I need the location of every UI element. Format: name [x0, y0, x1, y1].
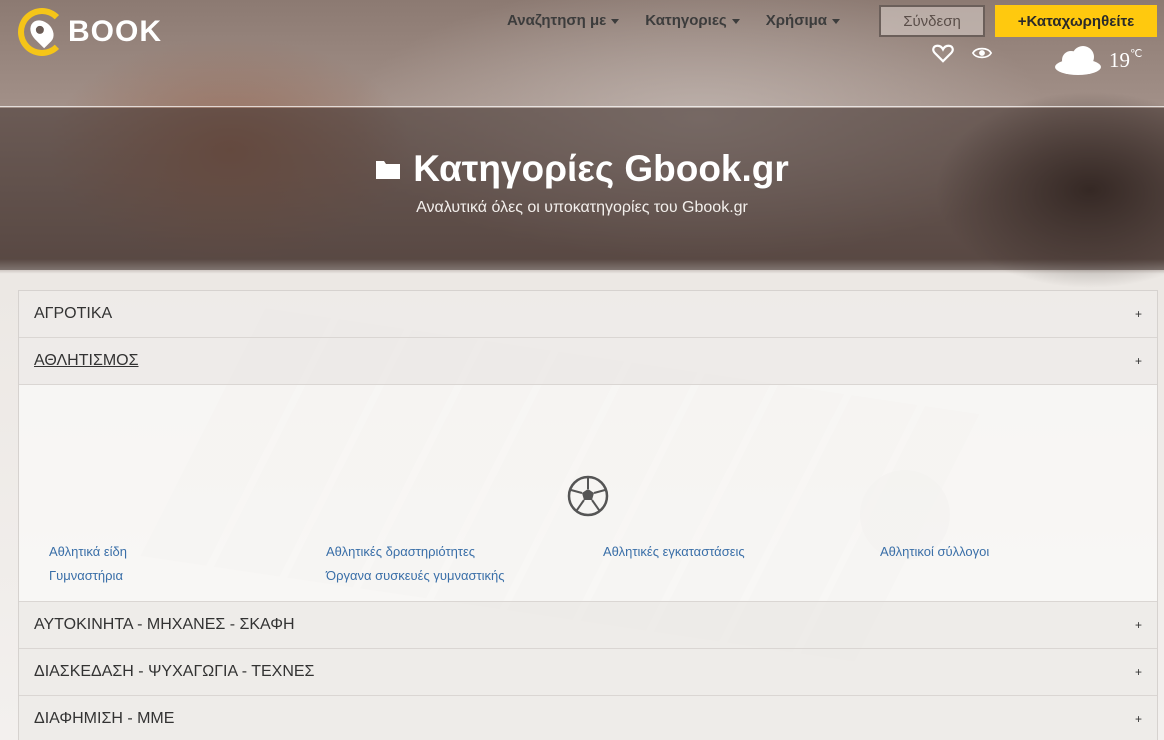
caret-down-icon	[731, 18, 740, 24]
expand-icon[interactable]: +	[1135, 618, 1142, 632]
nav-useful[interactable]: Χρήσιμα	[766, 12, 841, 29]
subcategory-link[interactable]: Αθλητικές δραστηριότητες	[326, 544, 603, 559]
hero-banner: Κατηγορίες Gbook.gr Αναλυτικά όλες οι υπ…	[0, 108, 1164, 270]
category-sports-content: Αθλητικά είδη Αθλητικές δραστηριότητες Α…	[19, 385, 1157, 602]
subcategory-link[interactable]: Όργανα συσκευές γυμναστικής	[326, 568, 603, 583]
subcategory-link[interactable]: Αθλητικές εγκαταστάσεις	[603, 544, 880, 559]
expand-icon[interactable]: +	[1135, 665, 1142, 679]
page-subtitle: Αναλυτικά όλες οι υποκατηγορίες του Gboo…	[416, 199, 748, 216]
logo[interactable]: BOOK	[18, 8, 162, 56]
cloud-icon	[1055, 46, 1101, 75]
nav-search-by[interactable]: Αναζητηση με	[507, 12, 620, 29]
logo-pin-icon	[18, 8, 66, 56]
category-advertising[interactable]: ΔΙΑΦΗΜΙΣΗ - ΜΜΕ +	[19, 696, 1157, 740]
football-icon	[567, 475, 609, 517]
category-vehicles[interactable]: ΑΥΤΟΚΙΝΗΤΑ - ΜΗΧΑΝΕΣ - ΣΚΑΦΗ +	[19, 602, 1157, 649]
folder-icon	[376, 161, 401, 179]
category-agricultural[interactable]: ΑΓΡΟΤΙΚΑ +	[19, 291, 1157, 338]
eye-icon[interactable]	[972, 45, 992, 61]
weather-widget: 19℃	[1053, 44, 1142, 76]
category-sports[interactable]: ΑΘΛΗΤΙΣΜΟΣ +	[19, 338, 1157, 385]
top-bar: BOOK Αναζητηση με Κατηγοριες Χρήσιμα Σύν…	[0, 0, 1164, 107]
subcategory-list: Αθλητικά είδη Αθλητικές δραστηριότητες Α…	[49, 544, 1149, 583]
expand-icon[interactable]: +	[1135, 712, 1142, 726]
page-title: Κατηγορίες Gbook.gr	[0, 148, 1164, 190]
categories-accordion: ΑΓΡΟΤΙΚΑ + ΑΘΛΗΤΙΣΜΟΣ + Αθλητικά είδη Αθ…	[18, 290, 1158, 740]
nav-categories[interactable]: Κατηγοριες	[645, 12, 740, 29]
caret-down-icon	[611, 18, 620, 24]
main-nav: Αναζητηση με Κατηγοριες Χρήσιμα	[507, 12, 841, 29]
subcategory-link[interactable]: Αθλητικοί σύλλογοι	[880, 544, 1157, 559]
login-button[interactable]: Σύνδεση	[879, 5, 985, 37]
category-entertainment[interactable]: ΔΙΑΣΚΕΔΑΣΗ - ΨΥΧΑΓΩΓΙΑ - ΤΕΧΝΕΣ +	[19, 649, 1157, 696]
subcategory-link[interactable]: Αθλητικά είδη	[49, 544, 326, 559]
expand-icon[interactable]: +	[1135, 354, 1142, 368]
subcategory-link[interactable]: Γυμναστήρια	[49, 568, 326, 583]
heart-icon[interactable]	[932, 43, 954, 63]
logo-text: BOOK	[68, 15, 162, 48]
caret-down-icon	[832, 18, 841, 24]
expand-icon[interactable]: +	[1135, 307, 1142, 321]
temperature: 19℃	[1109, 48, 1143, 72]
register-button[interactable]: +Καταχωρηθείτε	[995, 5, 1157, 37]
